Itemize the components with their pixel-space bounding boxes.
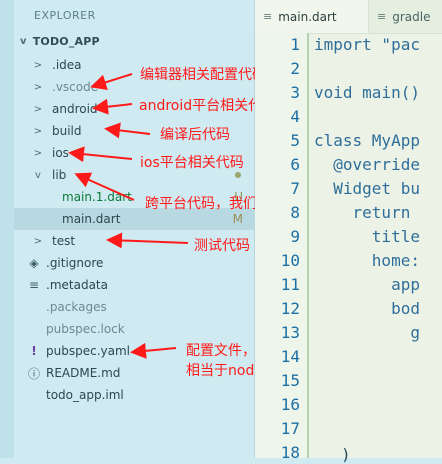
code-line-7: Widget bu: [314, 179, 420, 198]
line-number: 13: [280, 323, 300, 342]
code-line-6: @override: [314, 155, 420, 174]
annotation-test: 测试代码: [194, 238, 250, 254]
editor-pane: ≡ main.dart ≡ gradle 1 2 3 4 5 6 7 8 9 1…: [255, 0, 442, 464]
file-lines-icon: ≡: [263, 10, 273, 23]
tree-item-label: .idea: [52, 58, 82, 72]
line-number: 5: [290, 131, 300, 150]
chevron-down-icon: v: [20, 36, 27, 47]
line-number: 7: [290, 179, 300, 198]
line-number: 6: [290, 155, 300, 174]
explorer-title: EXPLORER: [34, 9, 96, 22]
tree-item-label: main.1.dart: [62, 190, 132, 204]
info-icon: ⓘ: [28, 366, 41, 381]
code-line-9: title: [314, 227, 420, 246]
tree-item-label: README.md: [46, 366, 121, 380]
code-line-8: return: [314, 203, 420, 222]
chevron-right-icon: >: [33, 81, 43, 93]
chevron-right-icon: >: [33, 235, 43, 247]
code-line-5: class MyApp: [314, 131, 420, 150]
tab-main-dart[interactable]: ≡ main.dart: [255, 0, 369, 33]
line-number: 15: [280, 371, 300, 390]
line-number: 18: [280, 443, 300, 462]
tree-item-label: todo_app.iml: [46, 388, 124, 402]
line-number: 12: [280, 299, 300, 318]
code-line-12: bod: [314, 299, 420, 318]
exclamation-icon: !: [31, 344, 37, 358]
screenshot: EXPLORER v TODO_APP > .idea > .vscode > …: [0, 0, 442, 464]
project-name: TODO_APP: [32, 35, 100, 48]
code-line-11: app: [314, 275, 420, 294]
tree-item-label: pubspec.lock: [46, 322, 125, 336]
line-number: 9: [290, 227, 300, 246]
line-number: 3: [290, 83, 300, 102]
tree-item-label: pubspec.yaml: [46, 344, 130, 358]
git-icon: ◈: [29, 256, 39, 270]
tree-item-gitignore[interactable]: ◈ .gitignore: [14, 252, 255, 274]
code-line-18: ): [341, 445, 351, 464]
tree-item-label: .metadata: [46, 278, 108, 292]
annotation-vscode: 编辑器相关配置代码: [140, 67, 266, 83]
diff-gutter-bar: [307, 33, 309, 458]
tab-label: main.dart: [278, 9, 337, 24]
tab-gradle[interactable]: ≡ gradle: [369, 0, 442, 33]
code-line-13: g: [314, 323, 420, 342]
chevron-right-icon: >: [33, 125, 43, 137]
chevron-right-icon: >: [33, 147, 43, 159]
tab-label: gradle: [392, 9, 431, 24]
file-lines-icon: ≡: [28, 278, 40, 292]
project-section[interactable]: v TODO_APP: [20, 35, 100, 48]
tree-item-metadata[interactable]: ≡ .metadata: [14, 274, 255, 296]
tree-item-label: .vscode: [52, 80, 99, 94]
sidebar-strip: [0, 0, 14, 458]
line-number: 1: [290, 35, 300, 54]
tree-item-packages[interactable]: .packages: [14, 296, 255, 318]
tree-item-label: test: [52, 234, 76, 248]
annotation-build: 编译后代码: [160, 127, 230, 143]
tab-bar: ≡ main.dart ≡ gradle: [255, 0, 442, 34]
modified-dot-icon: [235, 172, 241, 178]
chevron-right-icon: >: [33, 103, 43, 115]
tree-item-label: main.dart: [62, 212, 121, 226]
tree-item-pubspec-lock[interactable]: pubspec.lock: [14, 318, 255, 340]
line-number: 16: [280, 395, 300, 414]
line-number: 14: [280, 347, 300, 366]
tree-item-todo-app-iml[interactable]: todo_app.iml: [14, 384, 255, 406]
file-lines-icon: ≡: [377, 10, 387, 23]
line-number: 4: [290, 107, 300, 126]
line-number: 8: [290, 203, 300, 222]
line-number: 2: [290, 59, 300, 78]
code-area[interactable]: import "pac void main() class MyApp @ove…: [314, 33, 442, 458]
code-line-1: import "pac: [314, 35, 420, 54]
tree-item-label: ios: [52, 146, 69, 160]
line-number: 17: [280, 419, 300, 438]
git-status-modified: M: [232, 212, 243, 226]
tree-item-label: android: [52, 102, 98, 116]
annotation-ios: ios平台相关代码: [140, 155, 244, 171]
code-line-10: home:: [314, 251, 420, 270]
tree-item-label: lib: [52, 168, 67, 182]
code-line-3: void main(): [314, 83, 420, 102]
line-numbers: 1 2 3 4 5 6 7 8 9 10 11 12 13 14 15 16 1…: [255, 33, 307, 462]
chevron-right-icon: >: [33, 59, 43, 71]
line-number: 10: [280, 251, 300, 270]
chevron-down-icon: v: [35, 169, 41, 181]
tree-item-label: .gitignore: [46, 256, 104, 270]
line-number: 11: [280, 275, 300, 294]
tree-item-label: build: [52, 124, 82, 138]
tree-item-label: .packages: [46, 300, 107, 314]
